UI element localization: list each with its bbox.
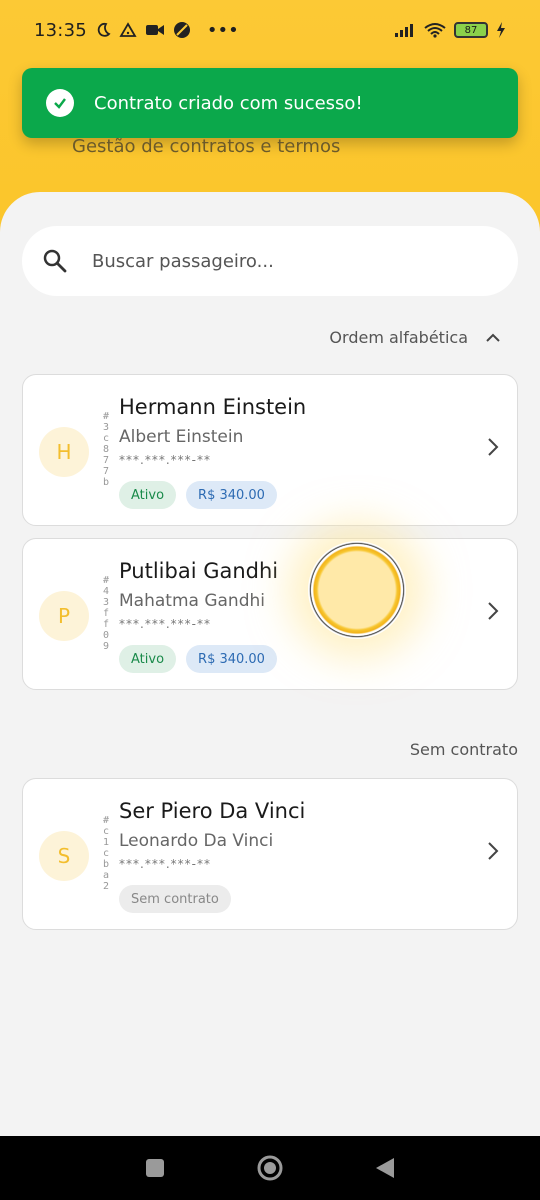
back-button[interactable] bbox=[374, 1156, 396, 1180]
status-icons: ••• bbox=[95, 20, 239, 41]
passenger-subname: Mahatma Gandhi bbox=[119, 591, 265, 611]
status-badge: Ativo bbox=[119, 645, 177, 673]
passenger-card[interactable]: S #c1cba2 Ser Piero Da Vinci Leonardo Da… bbox=[22, 778, 518, 930]
search-icon bbox=[43, 249, 67, 273]
home-button[interactable] bbox=[256, 1154, 284, 1182]
avatar: H bbox=[39, 427, 89, 477]
sort-label: Ordem alfabética bbox=[329, 328, 468, 347]
system-nav-bar bbox=[0, 1136, 540, 1200]
avatar: S bbox=[39, 831, 89, 881]
video-camera-icon bbox=[145, 25, 164, 35]
chevron-up-icon bbox=[486, 333, 500, 342]
passenger-name: Putlibai Gandhi bbox=[119, 559, 279, 583]
status-badge: Sem contrato bbox=[119, 885, 231, 913]
badges: Sem contrato bbox=[119, 885, 231, 913]
alert-triangle-icon bbox=[119, 22, 137, 37]
search-input[interactable] bbox=[92, 250, 452, 272]
page-subtitle: Gestão de contratos e termos bbox=[72, 136, 341, 157]
passenger-cpf: ***.***.***-** bbox=[119, 453, 211, 467]
passenger-subname: Leonardo Da Vinci bbox=[119, 831, 274, 851]
chevron-right-icon bbox=[488, 602, 499, 620]
check-circle-icon bbox=[46, 89, 74, 117]
chevron-right-icon bbox=[488, 842, 499, 860]
passenger-cpf: ***.***.***-** bbox=[119, 857, 211, 871]
passenger-subname: Albert Einstein bbox=[119, 427, 244, 447]
avatar: P bbox=[39, 591, 89, 641]
wifi-icon bbox=[424, 23, 446, 38]
passenger-id: #c1cba2 bbox=[102, 815, 110, 892]
status-bar: 13:35 ••• 87 bbox=[0, 0, 540, 60]
passenger-card[interactable]: H #3c877b Hermann Einstein Albert Einste… bbox=[22, 374, 518, 526]
signal-icon bbox=[395, 24, 413, 37]
status-time: 13:35 bbox=[34, 19, 87, 41]
do-not-disturb-icon bbox=[173, 22, 190, 38]
recents-button[interactable] bbox=[144, 1157, 166, 1179]
section-label-no-contract: Sem contrato bbox=[409, 740, 518, 759]
toast-message: Contrato criado com sucesso! bbox=[94, 92, 363, 114]
passenger-id: #43ff09 bbox=[102, 575, 110, 652]
more-icon: ••• bbox=[206, 19, 239, 41]
passenger-name: Ser Piero Da Vinci bbox=[119, 799, 306, 823]
status-badge: Ativo bbox=[119, 481, 177, 509]
moon-icon bbox=[97, 22, 111, 37]
passenger-name: Hermann Einstein bbox=[119, 395, 307, 419]
status-right: 87 bbox=[394, 22, 506, 38]
passenger-cpf: ***.***.***-** bbox=[119, 617, 211, 631]
sort-toggle[interactable]: Ordem alfabética bbox=[329, 328, 500, 347]
success-toast: Contrato criado com sucesso! bbox=[22, 68, 518, 138]
chevron-right-icon bbox=[488, 438, 499, 456]
battery-icon: 87 bbox=[454, 22, 488, 38]
passenger-card[interactable]: P #43ff09 Putlibai Gandhi Mahatma Gandhi… bbox=[22, 538, 518, 690]
charging-icon bbox=[497, 22, 505, 38]
touch-indicator bbox=[308, 541, 406, 639]
price-badge: R$ 340.00 bbox=[186, 481, 277, 509]
badges: Ativo R$ 340.00 bbox=[119, 645, 277, 673]
price-badge: R$ 340.00 bbox=[186, 645, 277, 673]
badges: Ativo R$ 340.00 bbox=[119, 481, 277, 509]
passenger-id: #3c877b bbox=[102, 411, 110, 488]
search-bar[interactable] bbox=[22, 226, 518, 296]
